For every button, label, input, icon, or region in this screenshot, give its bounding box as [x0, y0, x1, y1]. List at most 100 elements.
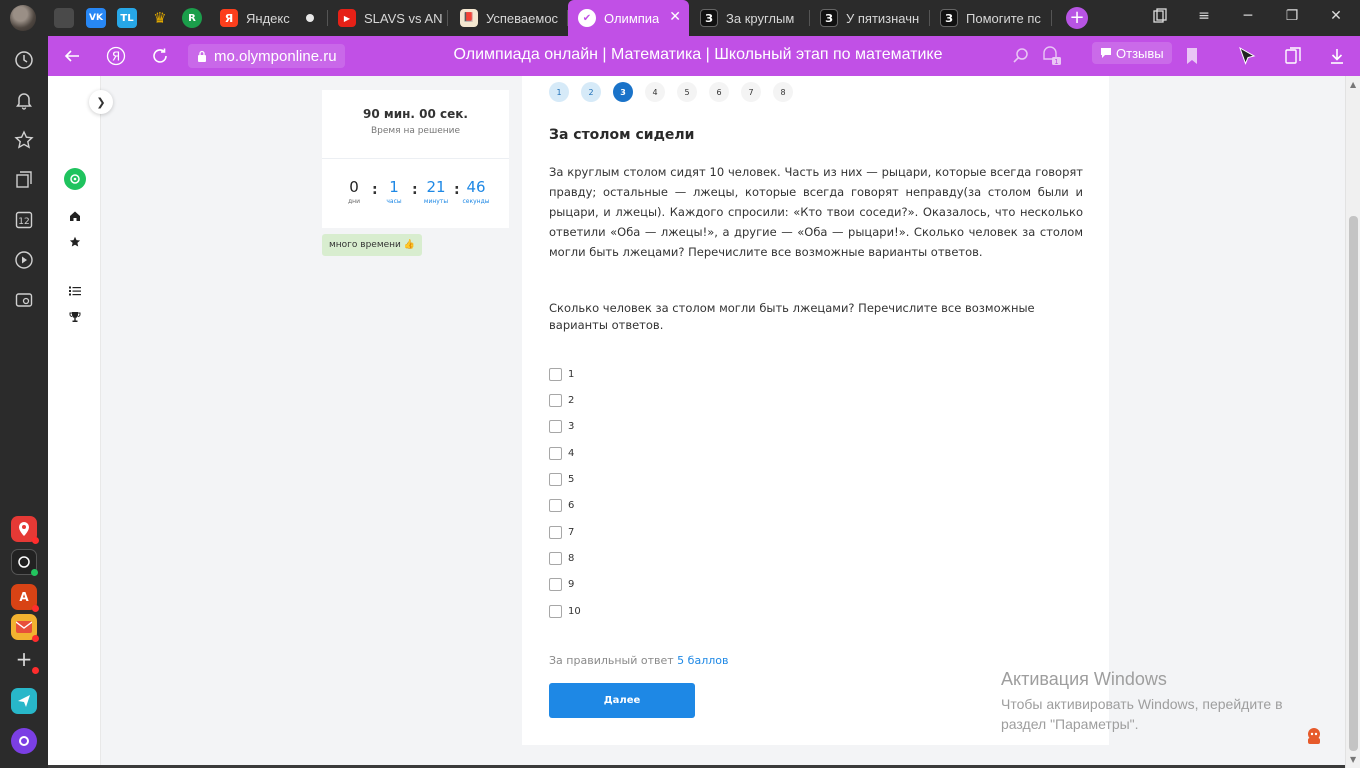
- search-page-icon[interactable]: [1009, 44, 1033, 68]
- checkbox[interactable]: [549, 419, 562, 433]
- tab-pyatiznach[interactable]: З У пятизначн: [810, 0, 930, 36]
- alice-app-icon[interactable]: [11, 549, 38, 576]
- olympiad-icon: ✔: [578, 9, 596, 27]
- pinned-tab-r[interactable]: R: [182, 8, 202, 28]
- tab-yandex[interactable]: Я Яндекс: [210, 0, 328, 36]
- timer-days: 0 дни: [348, 178, 360, 205]
- play-icon[interactable]: [12, 248, 36, 272]
- speech-bubble-icon: [1101, 48, 1111, 58]
- answer-option[interactable]: 5: [549, 471, 574, 487]
- back-arrow-icon[interactable]: [60, 44, 84, 68]
- site-nav-rail: [48, 76, 101, 768]
- answer-option[interactable]: 1: [549, 366, 574, 382]
- next-button[interactable]: Далее: [549, 683, 695, 718]
- lock-icon: [198, 50, 206, 62]
- profile-avatar[interactable]: [10, 5, 36, 31]
- bookmark-icon[interactable]: [1180, 44, 1204, 68]
- question-nav-6[interactable]: 6: [709, 82, 729, 102]
- checkbox[interactable]: [549, 367, 562, 381]
- tab-slavs[interactable]: ▶ SLAVS vs AN: [328, 0, 448, 36]
- checkbox[interactable]: [549, 446, 562, 460]
- question-card: 1 2 3 4 5 6 7 8 За столом сидели За круг…: [522, 76, 1109, 745]
- checkbox[interactable]: [549, 472, 562, 486]
- mail-app-icon[interactable]: [11, 614, 39, 642]
- add-app-icon[interactable]: +: [11, 646, 39, 674]
- diary-icon: 📕: [460, 9, 478, 27]
- reviews-button[interactable]: Отзывы: [1092, 42, 1172, 64]
- checkbox[interactable]: [549, 525, 562, 539]
- pinned-tab-1[interactable]: [54, 8, 74, 28]
- checkbox[interactable]: [549, 604, 562, 618]
- question-prompt: Сколько человек за столом могли быть лже…: [549, 301, 1035, 332]
- question-nav-2[interactable]: 2: [581, 82, 601, 102]
- answer-option[interactable]: 10: [549, 603, 581, 619]
- protect-icon[interactable]: 1: [1040, 44, 1064, 68]
- answer-option[interactable]: 4: [549, 445, 574, 461]
- url-field[interactable]: mo.olymponline.ru: [188, 44, 345, 68]
- page-title: Олимпиада онлайн | Математика | Школьный…: [453, 46, 943, 63]
- answer-option[interactable]: 2: [549, 392, 574, 408]
- yandex-logo-icon[interactable]: Я: [104, 44, 128, 68]
- screenshot-icon[interactable]: [12, 288, 36, 312]
- answer-option[interactable]: 6: [549, 497, 574, 513]
- alice-voice-icon[interactable]: [11, 728, 37, 754]
- maps-app-icon[interactable]: [11, 516, 39, 544]
- home-icon[interactable]: [67, 208, 83, 224]
- tab-olympiad-active[interactable]: ✔ Олимпиа ✕: [568, 0, 689, 36]
- new-tab-button[interactable]: +: [1066, 7, 1088, 29]
- answer-option[interactable]: 9: [549, 576, 574, 592]
- trophy-icon[interactable]: [67, 309, 83, 325]
- history-icon[interactable]: [12, 48, 36, 72]
- restore-button[interactable]: ❐: [1282, 8, 1302, 24]
- reload-icon[interactable]: [148, 44, 172, 68]
- tab-za-kruglym[interactable]: З За круглым: [690, 0, 810, 36]
- pinned-tab-tl[interactable]: TL: [117, 8, 137, 28]
- translate-app-icon[interactable]: A: [11, 584, 39, 612]
- page-scrollbar[interactable]: ▲ ▼: [1345, 76, 1360, 768]
- checkbox[interactable]: [549, 498, 562, 512]
- close-window-button[interactable]: ✕: [1326, 8, 1346, 24]
- question-nav-4[interactable]: 4: [645, 82, 665, 102]
- olympiad-logo-icon[interactable]: [64, 168, 86, 190]
- question-nav-7[interactable]: 7: [741, 82, 761, 102]
- scroll-up-icon[interactable]: ▲: [1350, 80, 1356, 89]
- svg-text:Я: Я: [112, 50, 120, 64]
- question-nav-3[interactable]: 3: [613, 82, 633, 102]
- pinned-tab-vk[interactable]: VK: [86, 8, 106, 28]
- timer-seconds: 46 секунды: [462, 178, 490, 205]
- calendar-icon[interactable]: 12: [12, 208, 36, 232]
- list-icon[interactable]: [67, 283, 83, 299]
- pinned-tab-crown[interactable]: ♛: [150, 8, 170, 28]
- scroll-thumb[interactable]: [1349, 216, 1358, 751]
- checkbox[interactable]: [549, 551, 562, 565]
- question-nav-5[interactable]: 5: [677, 82, 697, 102]
- checkbox[interactable]: [549, 393, 562, 407]
- cursor-arrow-icon[interactable]: [1235, 44, 1259, 68]
- favorites-star-icon[interactable]: [67, 234, 83, 250]
- minimize-button[interactable]: ─: [1238, 8, 1258, 24]
- support-bot-icon[interactable]: [1304, 726, 1324, 746]
- question-nav-8[interactable]: 8: [773, 82, 793, 102]
- collections-icon[interactable]: [1150, 8, 1170, 28]
- tab-pomogite[interactable]: З Помогите пс: [930, 0, 1052, 36]
- timer-minutes: 21 минуты: [423, 178, 449, 205]
- answer-option[interactable]: 8: [549, 550, 574, 566]
- close-tab-icon[interactable]: ✕: [669, 9, 681, 25]
- answer-option[interactable]: 7: [549, 524, 574, 540]
- menu-icon[interactable]: ≡: [1194, 8, 1214, 24]
- checkbox[interactable]: [549, 577, 562, 591]
- answer-option[interactable]: 3: [549, 418, 574, 434]
- messenger-app-icon[interactable]: [11, 688, 37, 714]
- star-icon[interactable]: [12, 128, 36, 152]
- bell-icon[interactable]: [12, 88, 36, 112]
- question-text: За круглым столом сидят 10 человек. Част…: [549, 165, 1083, 259]
- znanija-icon: З: [700, 9, 718, 27]
- tab-uspevaemost[interactable]: 📕 Успеваемос: [450, 0, 568, 36]
- download-icon[interactable]: [1325, 44, 1349, 68]
- reader-icon[interactable]: [1281, 44, 1305, 68]
- scroll-down-icon[interactable]: ▼: [1350, 755, 1356, 764]
- expand-chevron-icon[interactable]: ❯: [89, 90, 113, 114]
- question-nav-1[interactable]: 1: [549, 82, 569, 102]
- timer-hours: 1 часы: [386, 178, 402, 205]
- collections-sidebar-icon[interactable]: [12, 168, 36, 192]
